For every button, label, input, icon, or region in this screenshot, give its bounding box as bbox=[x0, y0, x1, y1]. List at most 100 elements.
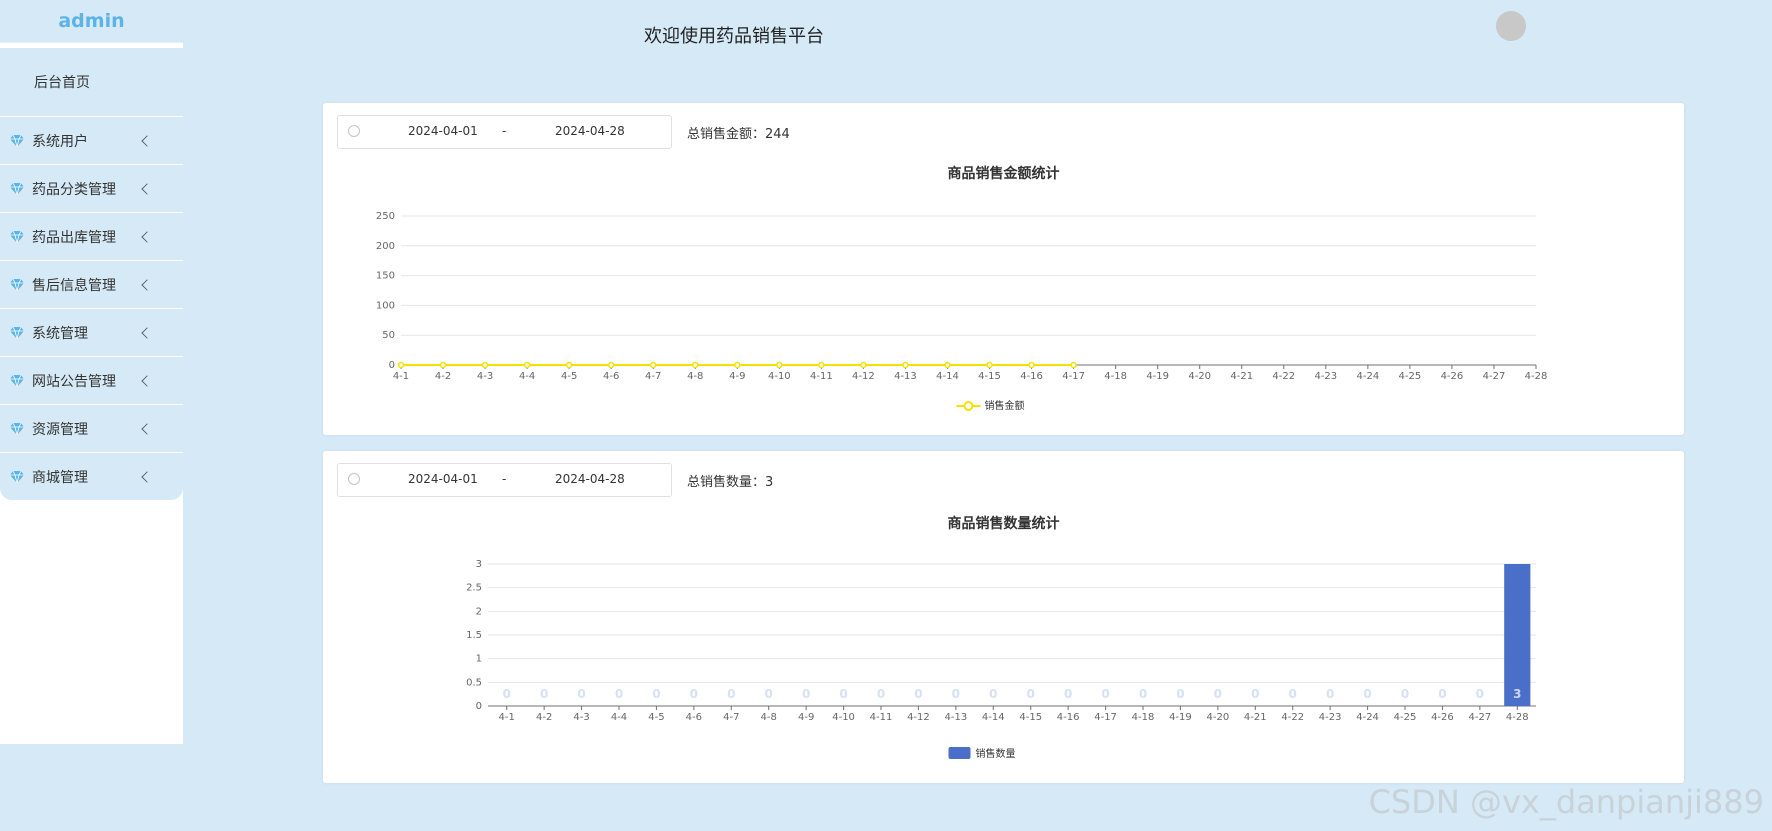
data-label: 0 bbox=[877, 687, 885, 701]
data-label: 0 bbox=[503, 687, 511, 701]
x-tick-label: 4-7 bbox=[645, 371, 661, 382]
y-tick-label: 0 bbox=[389, 360, 395, 371]
x-tick-label: 4-12 bbox=[907, 712, 930, 723]
legend-marker bbox=[963, 401, 974, 411]
x-tick-label: 4-25 bbox=[1399, 371, 1422, 382]
y-tick-label: 100 bbox=[376, 300, 395, 311]
y-tick-label: 0.5 bbox=[466, 677, 482, 688]
x-tick-label: 4-1 bbox=[499, 712, 515, 723]
y-tick-label: 50 bbox=[382, 330, 395, 341]
sidebar-item-7[interactable]: 商城管理 bbox=[0, 453, 183, 500]
data-point bbox=[692, 361, 699, 369]
chevron-left-icon bbox=[141, 422, 153, 435]
sidebar-item-6[interactable]: 资源管理 bbox=[0, 405, 183, 452]
x-tick-label: 4-17 bbox=[1094, 712, 1117, 723]
y-tick-label: 2.5 bbox=[466, 583, 482, 594]
data-point bbox=[481, 361, 489, 369]
data-label: 0 bbox=[839, 687, 847, 701]
data-point bbox=[776, 361, 783, 369]
x-tick-label: 4-23 bbox=[1319, 712, 1342, 723]
x-tick-label: 4-26 bbox=[1441, 371, 1464, 382]
x-tick-label: 4-14 bbox=[936, 371, 959, 382]
data-label: 0 bbox=[1176, 687, 1184, 701]
sidebar-item-2[interactable]: 药品出库管理 bbox=[0, 213, 183, 260]
y-tick-label: 3 bbox=[476, 559, 482, 570]
x-tick-label: 4-5 bbox=[561, 371, 577, 382]
x-tick-label: 4-11 bbox=[870, 712, 893, 723]
quantity-bar-chart: 商品销售数量统计 0 0.5 1 1.5 2 2.5 3 4-1 4-2 4-3 4-4 4-5 4-6 4… bbox=[466, 515, 1536, 760]
data-point bbox=[818, 361, 825, 369]
data-label: 3 bbox=[1513, 687, 1521, 701]
data-point bbox=[1070, 361, 1077, 369]
x-tick-label: 4-11 bbox=[810, 371, 833, 382]
data-label: 0 bbox=[1101, 687, 1109, 701]
y-tick-label: 200 bbox=[376, 241, 395, 252]
sidebar-item-home[interactable]: 后台首页 bbox=[0, 48, 183, 116]
data-point bbox=[439, 361, 447, 369]
watermark: CSDN @vx_danpianji889 bbox=[1368, 783, 1764, 821]
sidebar-item-5[interactable]: 网站公告管理 bbox=[0, 357, 183, 404]
data-label: 0 bbox=[690, 687, 698, 701]
y-tick-label: 2 bbox=[476, 606, 482, 617]
brand-logo: admin bbox=[0, 0, 183, 43]
x-tick-label: 4-9 bbox=[798, 712, 814, 723]
x-tick-label: 4-27 bbox=[1469, 712, 1492, 723]
sidebar-item-3[interactable]: 售后信息管理 bbox=[0, 261, 183, 308]
x-tick-label: 4-9 bbox=[729, 371, 745, 382]
x-tick-label: 4-27 bbox=[1483, 371, 1506, 382]
data-label: 0 bbox=[1251, 687, 1259, 701]
x-tick-label: 4-15 bbox=[1019, 712, 1042, 723]
x-tick-label: 4-18 bbox=[1132, 712, 1155, 723]
avatar[interactable] bbox=[1496, 11, 1526, 41]
x-tick-label: 4-20 bbox=[1188, 371, 1211, 382]
y-tick-label: 0 bbox=[476, 701, 482, 712]
data-label: 0 bbox=[1476, 687, 1484, 701]
x-tick-label: 4-22 bbox=[1272, 371, 1295, 382]
x-tick-label: 4-6 bbox=[603, 371, 619, 382]
x-tick-label: 4-28 bbox=[1525, 371, 1548, 382]
data-label: 0 bbox=[765, 687, 773, 701]
data-point bbox=[860, 361, 867, 369]
chart-title: 商品销售金额统计 bbox=[948, 165, 1060, 182]
data-label: 0 bbox=[1326, 687, 1334, 701]
x-tick-label: 4-10 bbox=[768, 371, 791, 382]
sidebar-item-label: 商城管理 bbox=[32, 469, 88, 486]
x-tick-label: 4-18 bbox=[1104, 371, 1127, 382]
sidebar: admin 后台首页 系统用户药品分类管理药品出库管理 售后信息管理 系统管理网站公… bbox=[0, 0, 183, 744]
sidebar-item-4[interactable]: 系统管理 bbox=[0, 309, 183, 356]
sidebar-item-0[interactable]: 系统用户 bbox=[0, 117, 183, 164]
sidebar-item-label: 药品分类管理 bbox=[32, 181, 116, 198]
chevron-left-icon bbox=[141, 278, 153, 291]
diamond-icon bbox=[10, 230, 24, 243]
x-tick-label: 4-21 bbox=[1244, 712, 1267, 723]
sidebar-item-label: 网站公告管理 bbox=[32, 373, 116, 390]
x-tick-label: 4-8 bbox=[761, 712, 777, 723]
x-tick-label: 4-17 bbox=[1062, 371, 1085, 382]
data-point bbox=[986, 361, 993, 369]
x-tick-label: 4-1 bbox=[393, 371, 409, 382]
data-label: 0 bbox=[1401, 687, 1409, 701]
bar bbox=[1504, 564, 1531, 706]
x-tick-label: 4-12 bbox=[852, 371, 875, 382]
sidebar-item-label: 资源管理 bbox=[32, 421, 88, 438]
chart-title: 商品销售数量统计 bbox=[948, 515, 1060, 532]
x-tick-label: 4-26 bbox=[1431, 712, 1454, 723]
data-point bbox=[649, 361, 657, 369]
y-tick-label: 1 bbox=[476, 654, 482, 665]
x-tick-label: 4-28 bbox=[1506, 712, 1529, 723]
data-label: 0 bbox=[1438, 687, 1446, 701]
data-label: 0 bbox=[1139, 687, 1147, 701]
chevron-left-icon bbox=[141, 374, 153, 387]
x-tick-label: 4-19 bbox=[1169, 712, 1192, 723]
chevron-left-icon bbox=[141, 470, 153, 483]
legend-label: 销售数量 bbox=[976, 747, 1016, 760]
x-tick-label: 4-19 bbox=[1146, 371, 1169, 382]
sidebar-item-1[interactable]: 药品分类管理 bbox=[0, 165, 183, 212]
data-point bbox=[734, 361, 741, 369]
x-tick-label: 4-5 bbox=[648, 712, 664, 723]
x-tick-label: 4-24 bbox=[1356, 712, 1379, 723]
x-tick-label: 4-8 bbox=[687, 371, 703, 382]
x-tick-label: 4-13 bbox=[945, 712, 968, 723]
data-label: 0 bbox=[1214, 687, 1222, 701]
x-tick-label: 4-4 bbox=[519, 371, 535, 382]
